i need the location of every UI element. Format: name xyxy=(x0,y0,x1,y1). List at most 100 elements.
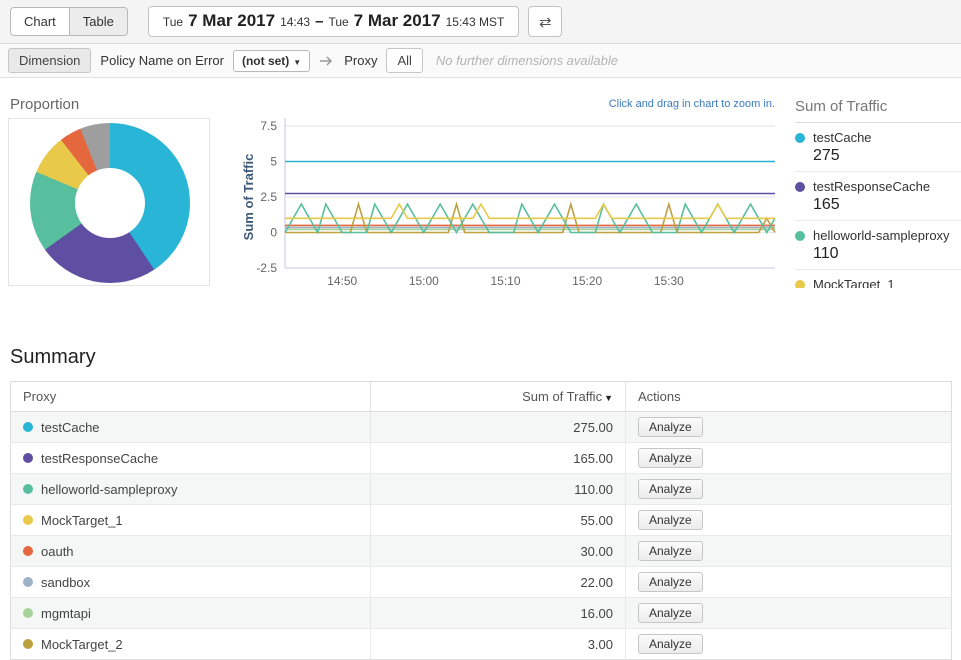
end-date: 7 Mar 2017 xyxy=(354,11,441,31)
summary-section: Summary Proxy Sum of Traffic▼ Actions te… xyxy=(0,338,961,660)
proxy-color-dot xyxy=(23,608,33,618)
svg-text:2.5: 2.5 xyxy=(260,190,277,204)
proxy-color-dot xyxy=(23,515,33,525)
svg-text:0: 0 xyxy=(270,226,277,240)
svg-text:14:50: 14:50 xyxy=(327,274,357,288)
legend-item-label: helloworld-sampleproxy xyxy=(813,228,950,243)
analyze-button[interactable]: Analyze xyxy=(638,448,703,468)
proxy-color-dot xyxy=(23,484,33,494)
summary-table-body: testCache 275.00 Analyze testResponseCache 1… xyxy=(11,412,952,660)
proxy-name: helloworld-sampleproxy xyxy=(41,482,178,497)
dimension-bar: Dimension Policy Name on Error (not set)… xyxy=(0,44,961,78)
proxy-color-dot xyxy=(23,422,33,432)
analyze-button[interactable]: Analyze xyxy=(638,510,703,530)
drilldown-arrow-icon xyxy=(319,55,335,67)
svg-text:-2.5: -2.5 xyxy=(256,261,277,275)
analyze-button[interactable]: Analyze xyxy=(638,603,703,623)
date-range-picker[interactable]: Tue 7 Mar 2017 14:43 – Tue 7 Mar 2017 15… xyxy=(148,6,519,37)
top-toolbar: Chart Table Tue 7 Mar 2017 14:43 – Tue 7… xyxy=(0,0,961,44)
summary-table: Proxy Sum of Traffic▼ Actions testCache 2… xyxy=(10,381,952,660)
proxy-color-dot xyxy=(23,639,33,649)
proxy-name: testCache xyxy=(41,420,100,435)
traffic-value: 275.00 xyxy=(371,412,626,443)
proxy-name: testResponseCache xyxy=(41,451,158,466)
analyze-button[interactable]: Analyze xyxy=(638,572,703,592)
proxy-filter-all-button[interactable]: All xyxy=(386,48,422,73)
chart-area: Proportion Click and drag in chart to zo… xyxy=(0,78,961,338)
column-header-traffic[interactable]: Sum of Traffic▼ xyxy=(371,382,626,412)
legend-item[interactable]: MockTarget_155 xyxy=(795,270,961,288)
start-date: 7 Mar 2017 xyxy=(188,11,275,31)
svg-text:Sum of Traffic: Sum of Traffic xyxy=(241,154,256,241)
proxy-color-dot xyxy=(23,453,33,463)
chevron-down-icon: ▼ xyxy=(293,58,301,67)
table-row: testResponseCache 165.00 Analyze xyxy=(11,443,952,474)
svg-text:5: 5 xyxy=(270,155,277,169)
proxy-name: MockTarget_2 xyxy=(41,637,123,652)
dimension-value-dropdown[interactable]: (not set) ▼ xyxy=(233,50,310,72)
legend-item-label: testCache xyxy=(813,130,872,145)
legend-color-dot xyxy=(795,231,805,241)
analyze-button[interactable]: Analyze xyxy=(638,541,703,561)
sort-desc-icon: ▼ xyxy=(604,393,613,403)
table-row: mgmtapi 16.00 Analyze xyxy=(11,598,952,629)
chart-legend: Sum of Traffic testCache 275 testResponseC… xyxy=(795,98,961,288)
traffic-value: 165.00 xyxy=(371,443,626,474)
end-time: 15:43 MST xyxy=(446,15,505,29)
chart-tab-button[interactable]: Chart xyxy=(11,8,70,35)
table-row: helloworld-sampleproxy 110.00 Analyze xyxy=(11,474,952,505)
legend-item[interactable]: testResponseCache165 xyxy=(795,172,961,221)
legend-item-label: MockTarget_1 xyxy=(813,277,895,288)
svg-text:15:30: 15:30 xyxy=(654,274,684,288)
start-day: Tue xyxy=(163,15,183,29)
proportion-panel xyxy=(8,118,210,286)
proxy-name: MockTarget_1 xyxy=(41,513,123,528)
dimension-value: (not set) xyxy=(242,54,289,68)
traffic-value: 110.00 xyxy=(371,474,626,505)
table-row: MockTarget_1 55.00 Analyze xyxy=(11,505,952,536)
proxy-color-dot xyxy=(23,577,33,587)
analyze-button[interactable]: Analyze xyxy=(638,417,703,437)
legend-color-dot xyxy=(795,133,805,143)
column-header-proxy[interactable]: Proxy xyxy=(11,382,371,412)
analyze-button[interactable]: Analyze xyxy=(638,634,703,654)
legend-item-value: 110 xyxy=(813,245,961,263)
no-dimensions-note: No further dimensions available xyxy=(436,53,618,68)
proxy-name: mgmtapi xyxy=(41,606,91,621)
refresh-button[interactable]: ⇄ xyxy=(528,6,562,37)
start-time: 14:43 xyxy=(280,15,310,29)
analyze-button[interactable]: Analyze xyxy=(638,479,703,499)
table-tab-button[interactable]: Table xyxy=(70,8,127,35)
traffic-value: 55.00 xyxy=(371,505,626,536)
traffic-value: 30.00 xyxy=(371,536,626,567)
table-header-row: Proxy Sum of Traffic▼ Actions xyxy=(11,382,952,412)
traffic-value: 3.00 xyxy=(371,629,626,660)
traffic-value: 22.00 xyxy=(371,567,626,598)
svg-text:15:00: 15:00 xyxy=(409,274,439,288)
summary-title: Summary xyxy=(10,346,951,369)
svg-text:7.5: 7.5 xyxy=(260,119,277,133)
table-row: MockTarget_2 3.00 Analyze xyxy=(11,629,952,660)
table-row: sandbox 22.00 Analyze xyxy=(11,567,952,598)
dimension-name-label: Policy Name on Error xyxy=(100,53,224,68)
legend-item[interactable]: helloworld-sampleproxy 110 xyxy=(795,221,961,270)
proxy-name: sandbox xyxy=(41,575,90,590)
legend-item-value: 275 xyxy=(813,147,961,165)
table-row: oauth30.00Analyze xyxy=(11,536,952,567)
legend-item[interactable]: testCache 275 xyxy=(795,123,961,172)
legend-item-value: 165 xyxy=(813,196,961,214)
proxy-dimension-label: Proxy xyxy=(344,53,377,68)
date-separator: – xyxy=(315,13,323,30)
proportion-label: Proportion xyxy=(10,96,79,113)
svg-text:15:20: 15:20 xyxy=(572,274,602,288)
proportion-donut[interactable] xyxy=(30,123,190,283)
traffic-line-chart[interactable]: -2.5 0 2.5 5 7.5 14:50 15:00 15:10 15:20 15:30 Sum… xyxy=(240,108,790,298)
svg-text:15:10: 15:10 xyxy=(490,274,520,288)
dimension-button[interactable]: Dimension xyxy=(8,48,91,73)
traffic-value: 16.00 xyxy=(371,598,626,629)
table-row: testCache 275.00 Analyze xyxy=(11,412,952,443)
legend-items: testCache275testResponseCache165hellowor… xyxy=(795,123,961,288)
legend-title: Sum of Traffic xyxy=(795,98,961,123)
refresh-icon: ⇄ xyxy=(539,14,552,31)
legend-color-dot xyxy=(795,280,805,289)
